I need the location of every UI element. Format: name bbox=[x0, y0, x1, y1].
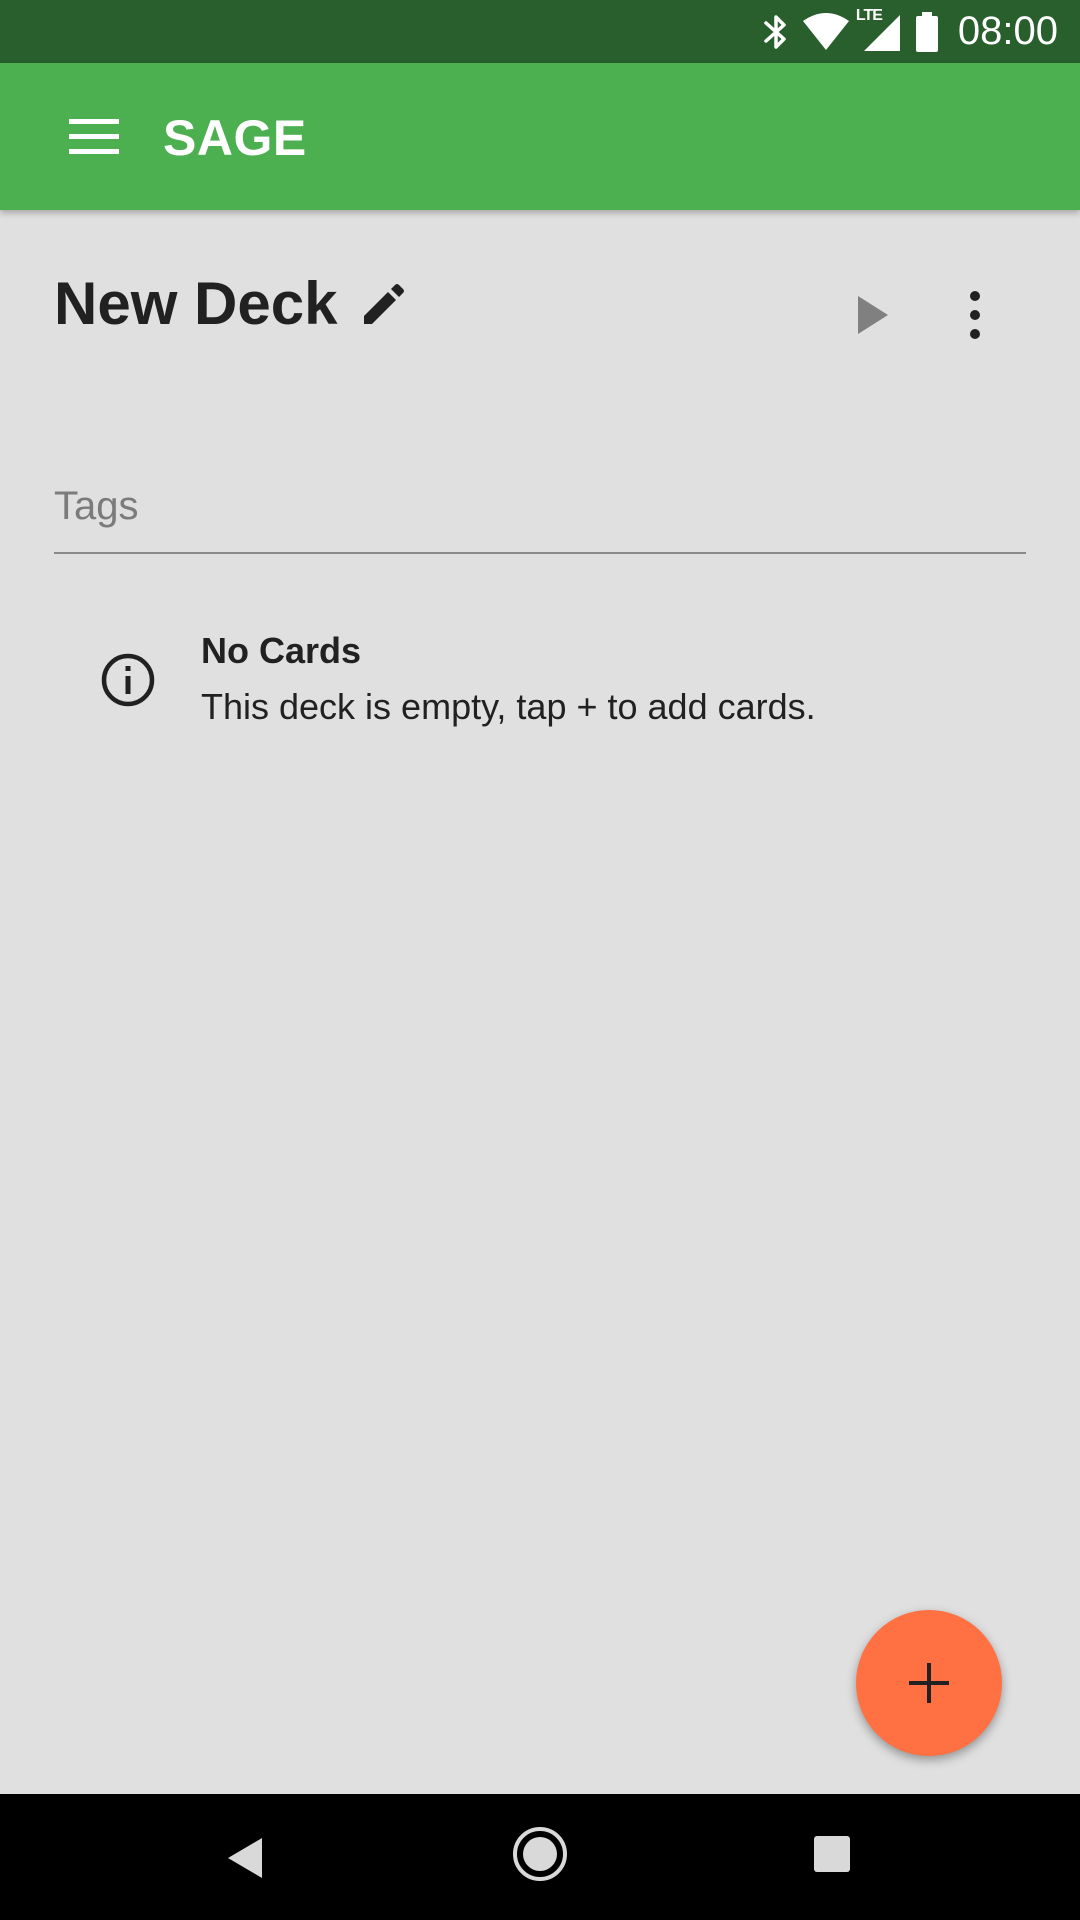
status-time: 08:00 bbox=[957, 9, 1058, 53]
hamburger-menu-icon[interactable] bbox=[60, 109, 128, 165]
app-title: SAGE bbox=[163, 110, 307, 166]
network-type-label: LTE bbox=[855, 6, 883, 24]
pencil-icon[interactable] bbox=[358, 280, 408, 330]
wifi-icon bbox=[802, 12, 849, 50]
recents-icon[interactable] bbox=[808, 1828, 864, 1884]
battery-icon bbox=[915, 11, 938, 52]
tags-input[interactable] bbox=[54, 460, 1026, 554]
more-vert-icon[interactable] bbox=[950, 290, 1000, 340]
info-icon bbox=[101, 653, 155, 707]
empty-state-title: No Cards bbox=[201, 630, 362, 671]
plus-icon bbox=[909, 1663, 949, 1703]
empty-state-message: This deck is empty, tap + to add cards. bbox=[201, 686, 816, 727]
app-screen: LTE 08:00 SAGE New Deck Tags No Cards Th… bbox=[0, 0, 1080, 1920]
status-icons: LTE 08:00 bbox=[762, 0, 1058, 63]
system-nav-bar bbox=[0, 1794, 1080, 1920]
lte-signal-icon: LTE bbox=[856, 7, 902, 53]
back-icon[interactable] bbox=[218, 1830, 274, 1886]
bluetooth-icon bbox=[764, 14, 786, 49]
add-card-button[interactable] bbox=[856, 1610, 1002, 1756]
home-icon[interactable] bbox=[510, 1824, 570, 1884]
play-icon[interactable] bbox=[848, 290, 898, 340]
deck-title: New Deck bbox=[54, 270, 338, 337]
status-bar: LTE 08:00 bbox=[0, 0, 1080, 63]
app-bar: SAGE bbox=[0, 63, 1080, 210]
